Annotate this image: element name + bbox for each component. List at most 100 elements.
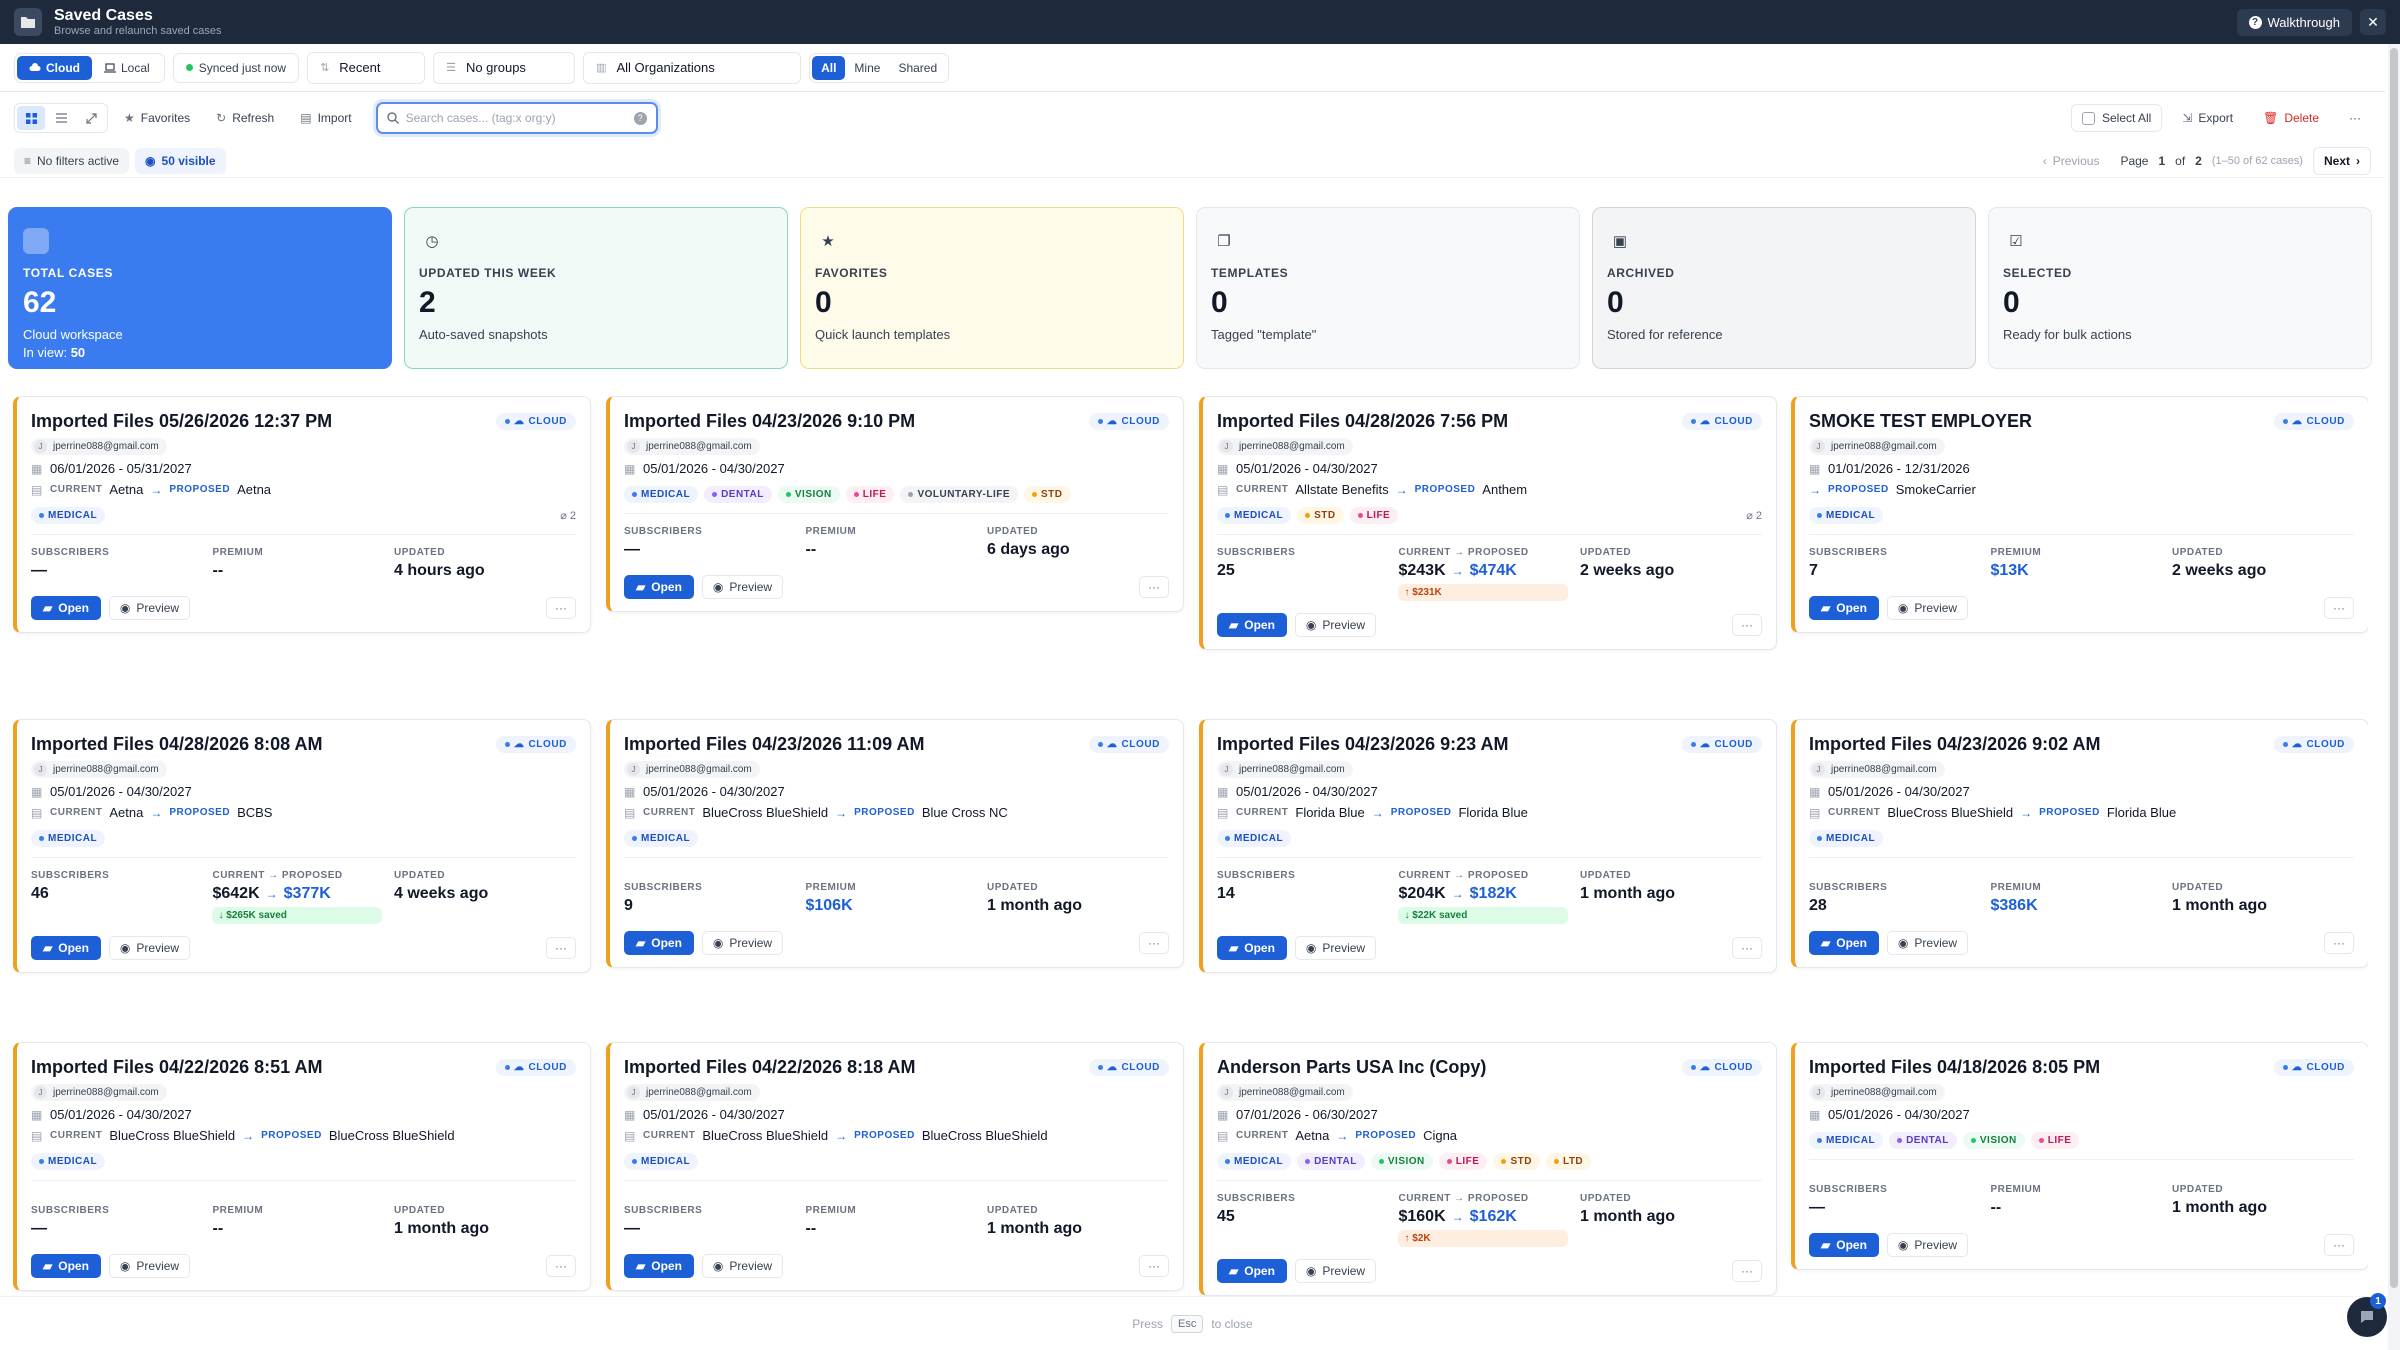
local-button[interactable]: Local (92, 56, 162, 80)
stat-value: 0 (2003, 286, 2020, 319)
case-card[interactable]: Imported Files 04/22/2026 8:18 AM ☁ CLOUD… (606, 1042, 1184, 1291)
case-card[interactable]: Imported Files 04/22/2026 8:51 AM ☁ CLOUD… (13, 1042, 591, 1291)
stat-archived[interactable]: ▣ ARCHIVED 0 Stored for reference (1592, 207, 1976, 369)
scope-all[interactable]: All (812, 55, 846, 80)
favorites-button[interactable]: ★ Favorites (114, 103, 200, 133)
preview-button[interactable]: ◉ Preview (1886, 931, 1969, 955)
carriers: → PROPOSED SmokeCarrier (1809, 482, 1976, 497)
sort-select[interactable]: ⇅ Recent (307, 51, 426, 84)
case-card[interactable]: SMOKE TEST EMPLOYER ☁ CLOUD Jjperrine088@… (1791, 396, 2368, 633)
card-more-button[interactable]: ··· (2324, 932, 2354, 954)
cloud-badge: ☁ CLOUD (495, 413, 576, 430)
close-button[interactable]: ✕ (2360, 9, 2386, 35)
avatar: J (627, 1086, 640, 1099)
arrow-right-icon: → (150, 805, 163, 820)
calendar-icon: ▦ (624, 1107, 636, 1122)
card-more-button[interactable]: ··· (1139, 932, 1169, 954)
open-button[interactable]: ▰ Open (31, 1254, 101, 1278)
avatar: J (1812, 440, 1825, 453)
open-button[interactable]: ▰ Open (1809, 931, 1879, 955)
list-view-icon[interactable] (47, 106, 75, 130)
open-button[interactable]: ▰ Open (624, 931, 694, 955)
open-button[interactable]: ▰ Open (1809, 1233, 1879, 1257)
preview-button[interactable]: ◉ Preview (1294, 936, 1377, 960)
stat-total-cases[interactable]: TOTAL CASES 62 Cloud workspace In view: … (8, 207, 392, 369)
date-range: ▦ 05/01/2026 - 04/30/2027 (31, 1107, 192, 1122)
case-card[interactable]: Imported Files 04/23/2026 9:02 AM ☁ CLOUD… (1791, 719, 2368, 968)
preview-button[interactable]: ◉ Preview (108, 596, 191, 620)
open-button[interactable]: ▰ Open (31, 596, 101, 620)
document-icon: ▤ (1217, 1128, 1229, 1143)
group-select[interactable]: ☰ No groups (433, 51, 576, 84)
preview-button[interactable]: ◉ Preview (1294, 1259, 1377, 1283)
previous-button[interactable]: ‹ Previous (2032, 147, 2111, 175)
eye-icon: ◉ (119, 1259, 131, 1273)
case-card[interactable]: Imported Files 04/23/2026 9:23 AM ☁ CLOUD… (1199, 719, 1777, 973)
preview-button[interactable]: ◉ Preview (701, 575, 784, 599)
scrollbar-thumb[interactable] (2390, 48, 2398, 1288)
compact-view-icon[interactable] (77, 106, 105, 130)
scrollbar[interactable] (2388, 44, 2400, 1350)
export-button[interactable]: ⇲ Export (2172, 103, 2243, 133)
scope-shared[interactable]: Shared (889, 56, 946, 80)
help-circle-icon[interactable]: ? (633, 111, 647, 125)
open-button[interactable]: ▰ Open (1217, 1259, 1287, 1283)
preview-button[interactable]: ◉ Preview (1886, 1233, 1969, 1257)
preview-button[interactable]: ◉ Preview (108, 936, 191, 960)
walkthrough-button[interactable]: ? Walkthrough (2236, 8, 2352, 36)
open-button[interactable]: ▰ Open (31, 936, 101, 960)
open-button[interactable]: ▰ Open (624, 575, 694, 599)
card-more-button[interactable]: ··· (2324, 597, 2354, 619)
grid-view-icon[interactable] (17, 106, 45, 130)
card-more-button[interactable]: ··· (2324, 1234, 2354, 1256)
case-card[interactable]: Imported Files 05/26/2026 12:37 PM ☁ CLOU… (13, 396, 591, 633)
card-more-button[interactable]: ··· (1139, 1255, 1169, 1277)
folder-open-icon: ▰ (636, 1259, 646, 1273)
import-button[interactable]: ▤ Import (290, 103, 361, 133)
preview-button[interactable]: ◉ Preview (108, 1254, 191, 1278)
open-button[interactable]: ▰ Open (1217, 613, 1287, 637)
preview-button[interactable]: ◉ Preview (1886, 596, 1969, 620)
case-card[interactable]: Imported Files 04/18/2026 8:05 PM ☁ CLOUD… (1791, 1042, 2368, 1270)
stat-templates[interactable]: ❐ TEMPLATES 0 Tagged "template" (1196, 207, 1580, 369)
case-card[interactable]: Imported Files 04/23/2026 9:10 PM ☁ CLOUD… (606, 396, 1184, 612)
preview-button[interactable]: ◉ Preview (1294, 613, 1377, 637)
case-card[interactable]: Imported Files 04/23/2026 11:09 AM ☁ CLOU… (606, 719, 1184, 968)
date-range: ▦ 01/01/2026 - 12/31/2026 (1809, 461, 1970, 476)
cloud-button[interactable]: Cloud (17, 55, 92, 80)
preview-button[interactable]: ◉ Preview (701, 1254, 784, 1278)
card-more-button[interactable]: ··· (546, 1255, 576, 1277)
stat-updated-this-week[interactable]: ◷ UPDATED THIS WEEK 2 Auto-saved snapsho… (404, 207, 788, 369)
preview-button[interactable]: ◉ Preview (701, 931, 784, 955)
organization-select[interactable]: ▥ All Organizations (583, 51, 802, 84)
more-options-button[interactable]: ··· (2339, 103, 2371, 133)
select-all-button[interactable]: Select All (2070, 104, 2163, 132)
card-more-button[interactable]: ··· (546, 937, 576, 959)
next-button[interactable]: Next › (2312, 146, 2371, 175)
card-more-button[interactable]: ··· (1732, 614, 1762, 636)
case-title: Imported Files 04/22/2026 8:18 AM (624, 1057, 916, 1077)
stat-favorites[interactable]: ★ FAVORITES 0 Quick launch templates (800, 207, 1184, 369)
select-all-checkbox[interactable] (2081, 111, 2095, 125)
card-more-button[interactable]: ··· (546, 597, 576, 619)
open-button[interactable]: ▰ Open (1217, 936, 1287, 960)
stat-value: 62 (23, 286, 57, 319)
case-card[interactable]: Imported Files 04/28/2026 7:56 PM ☁ CLOUD… (1199, 396, 1777, 650)
open-button[interactable]: ▰ Open (1809, 596, 1879, 620)
stat-selected[interactable]: ☑ SELECTED 0 Ready for bulk actions (1988, 207, 2372, 369)
proposed-label: PROPOSED (169, 484, 231, 495)
case-card[interactable]: Anderson Parts USA Inc (Copy) ☁ CLOUD Jjp… (1199, 1042, 1777, 1296)
delete-button[interactable]: 🗑 Delete (2253, 103, 2329, 133)
cloud-badge: ☁ CLOUD (1088, 736, 1169, 753)
open-button[interactable]: ▰ Open (624, 1254, 694, 1278)
card-more-button[interactable]: ··· (1732, 937, 1762, 959)
scope-mine[interactable]: Mine (845, 56, 889, 80)
card-more-button[interactable]: ··· (1732, 1260, 1762, 1282)
refresh-button[interactable]: ↻ Refresh (206, 103, 284, 133)
close-icon: ✕ (2367, 13, 2379, 30)
filters-status[interactable]: ≡ No filters active (14, 147, 130, 174)
search-input[interactable] (405, 111, 627, 125)
case-card[interactable]: Imported Files 04/28/2026 8:08 AM ☁ CLOUD… (13, 719, 591, 973)
stat-sub: Quick launch templates (815, 327, 951, 342)
card-more-button[interactable]: ··· (1139, 576, 1169, 598)
